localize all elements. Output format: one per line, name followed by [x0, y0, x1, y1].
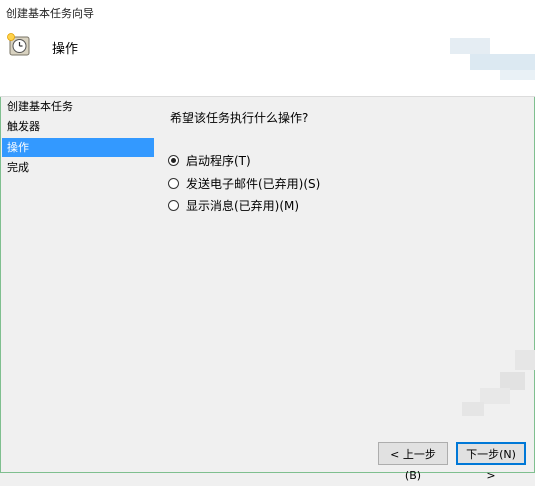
option-label[interactable]: 发送电子邮件(已弃用)(S): [186, 175, 320, 192]
sidebar-item-action[interactable]: 操作: [2, 138, 154, 157]
sidebar-item-trigger[interactable]: 触发器: [2, 117, 154, 136]
pixelated-area: [515, 350, 535, 370]
option-display-message[interactable]: 显示消息(已弃用)(M): [168, 196, 299, 214]
pixelated-area: [450, 38, 490, 54]
radio-button[interactable]: [168, 154, 179, 166]
sidebar-item-finish[interactable]: 完成: [2, 158, 154, 177]
option-label[interactable]: 启动程序(T): [186, 152, 251, 169]
radio-button[interactable]: [168, 199, 179, 211]
option-start-program[interactable]: 启动程序(T): [168, 151, 251, 169]
action-question: 希望该任务执行什么操作?: [170, 111, 309, 125]
pixelated-area: [500, 70, 535, 80]
next-button[interactable]: 下一步(N) >: [456, 442, 526, 482]
page-title: 操作: [52, 42, 79, 57]
wizard-steps-sidebar: 创建基本任务 触发器 操作 完成: [0, 97, 160, 427]
option-label[interactable]: 显示消息(已弃用)(M): [186, 197, 299, 214]
window-title: 创建基本任务向导: [6, 7, 94, 20]
pixelated-area: [470, 54, 535, 70]
option-send-email[interactable]: 发送电子邮件(已弃用)(S): [168, 174, 320, 192]
sidebar-item-create-task[interactable]: 创建基本任务: [2, 97, 154, 116]
wizard-header: 操作: [0, 24, 535, 96]
title-bar[interactable]: 创建基本任务向导: [0, 0, 535, 24]
radio-button[interactable]: [168, 177, 179, 189]
pixelated-area: [480, 388, 510, 404]
clock-icon: [6, 32, 32, 58]
pixelated-area: [462, 402, 484, 416]
back-button[interactable]: < 上一步(B): [378, 442, 448, 482]
